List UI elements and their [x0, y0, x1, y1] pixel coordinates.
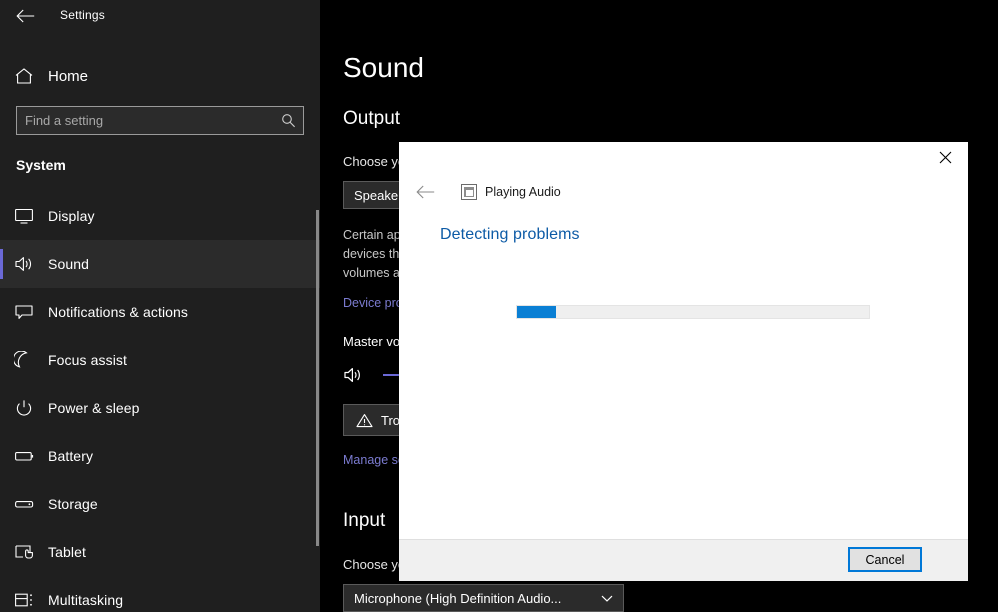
dialog-close-button[interactable]	[923, 142, 968, 172]
dialog-footer: Cancel	[399, 539, 968, 581]
sidebar-item-home[interactable]: Home	[0, 56, 320, 96]
output-section-heading: Output	[343, 108, 401, 129]
arrow-left-icon	[15, 9, 34, 23]
sidebar-item-battery[interactable]: Battery	[0, 432, 320, 480]
close-icon	[939, 151, 952, 163]
warning-icon	[356, 413, 373, 428]
sidebar-item-sound[interactable]: Sound	[0, 240, 320, 288]
sidebar-item-label: Multitasking	[48, 592, 124, 608]
sidebar-item-label: Focus assist	[48, 352, 127, 368]
input-section-heading: Input	[343, 510, 386, 531]
page-title: Sound	[343, 52, 424, 83]
dialog-app-title: Playing Audio	[485, 185, 561, 199]
troubleshooter-dialog: Playing Audio Detecting problems Cancel	[399, 142, 968, 581]
input-device-select[interactable]: Microphone (High Definition Audio...	[343, 584, 624, 612]
dialog-back-button[interactable]	[405, 174, 445, 210]
sidebar-scrollbar-thumb[interactable]	[316, 210, 319, 546]
sidebar: Home System	[0, 32, 320, 612]
sidebar-item-tablet[interactable]: Tablet	[0, 528, 320, 576]
sidebar-item-storage[interactable]: Storage	[0, 480, 320, 528]
sidebar-item-focus-assist[interactable]: Focus assist	[0, 336, 320, 384]
sidebar-item-label: Power & sleep	[48, 400, 140, 416]
progress-bar	[516, 305, 870, 319]
back-button[interactable]	[8, 2, 42, 30]
sidebar-item-label: Storage	[48, 496, 98, 512]
screen: Settings Home Find a setting System Disp…	[0, 0, 998, 612]
selection-indicator	[0, 249, 3, 279]
sidebar-item-label: Display	[48, 208, 95, 224]
titlebar-title: Settings	[60, 8, 105, 22]
storage-drive-icon	[0, 495, 48, 513]
tablet-icon	[0, 543, 48, 561]
arrow-left-icon	[415, 185, 434, 199]
input-device-value: Microphone (High Definition Audio...	[354, 590, 562, 606]
search-input[interactable]	[17, 113, 273, 128]
sidebar-group-title: System	[16, 157, 66, 173]
multitasking-icon	[0, 591, 48, 609]
speaker-icon	[0, 255, 48, 273]
chevron-down-icon	[601, 591, 613, 606]
speaker-icon[interactable]	[343, 366, 375, 384]
sidebar-item-label: Notifications & actions	[48, 304, 189, 320]
sidebar-item-label: Tablet	[48, 544, 86, 560]
sidebar-item-display[interactable]: Display	[0, 192, 320, 240]
power-icon	[0, 399, 48, 417]
moon-icon	[0, 351, 48, 369]
progress-bar-fill	[517, 306, 556, 318]
battery-icon	[0, 447, 48, 465]
sidebar-item-multitasking[interactable]: Multitasking	[0, 576, 320, 612]
sidebar-item-notifications[interactable]: Notifications & actions	[0, 288, 320, 336]
chat-bubble-icon	[0, 303, 48, 321]
sidebar-item-label: Sound	[48, 256, 89, 272]
search-icon[interactable]	[273, 113, 303, 128]
dialog-navbar: Playing Audio	[399, 174, 968, 210]
search-box[interactable]	[16, 106, 304, 135]
sidebar-item-home-label: Home	[48, 67, 89, 85]
sidebar-nav-list: Display Sound Notifications & actions Fo…	[0, 192, 320, 612]
titlebar: Settings	[0, 0, 320, 32]
sidebar-item-power-sleep[interactable]: Power & sleep	[0, 384, 320, 432]
home-icon	[0, 67, 48, 85]
sidebar-item-label: Battery	[48, 448, 94, 464]
cancel-button[interactable]: Cancel	[848, 547, 922, 572]
dialog-heading: Detecting problems	[440, 226, 580, 243]
troubleshooter-window-icon	[461, 184, 477, 200]
monitor-icon	[0, 207, 48, 225]
